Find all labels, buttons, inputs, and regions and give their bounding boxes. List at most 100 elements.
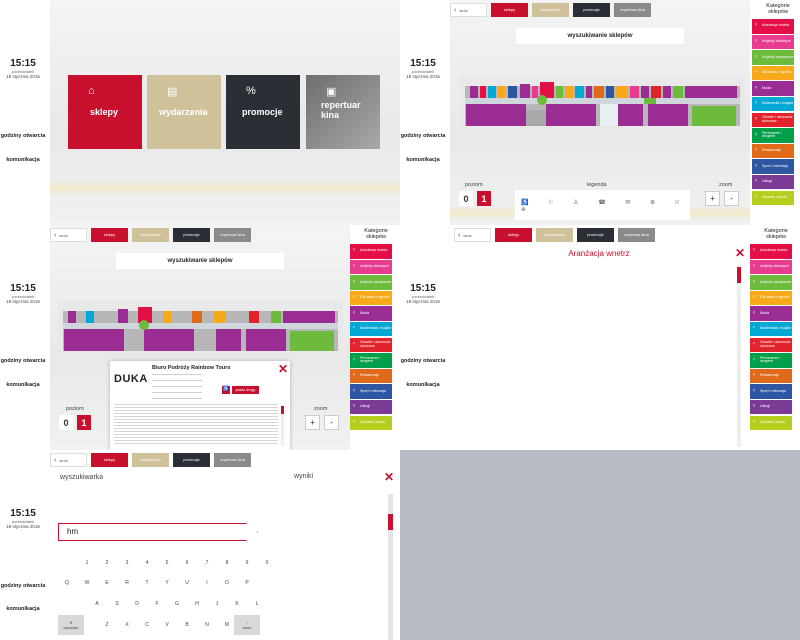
category-item[interactable]: Artykuły dziecięce — [350, 259, 392, 275]
key[interactable]: 5 — [158, 554, 176, 571]
category-item[interactable]: Obuwie i akcesoria skórzane — [750, 337, 792, 353]
tab-shops[interactable]: sklepy — [91, 453, 128, 467]
key[interactable]: I — [198, 574, 216, 591]
result-slot[interactable] — [296, 587, 334, 612]
category-item[interactable]: Artykuły spożywcze — [350, 275, 392, 290]
communication-button[interactable]: komunikacja — [0, 157, 46, 163]
key[interactable]: 7 — [198, 554, 216, 571]
tab-shops[interactable]: sklepy — [491, 3, 528, 17]
opening-hours-button[interactable]: godziny otwarcia — [0, 358, 46, 365]
key[interactable]: 6 — [178, 554, 196, 571]
tab-cinema[interactable]: repertuar kina — [214, 228, 251, 242]
result-slot[interactable] — [342, 587, 380, 612]
key[interactable]: Z — [98, 616, 116, 633]
category-item[interactable]: Zdrowie i uroda — [750, 415, 792, 431]
category-item[interactable]: Aranżacja wnetrz — [750, 244, 792, 259]
result-slot[interactable] — [342, 494, 380, 519]
tile-promotions[interactable]: % promocje — [226, 75, 300, 149]
close-icon[interactable]: ✕ — [735, 247, 745, 259]
key[interactable]: Y — [158, 574, 176, 591]
zoom-out-button[interactable]: - — [724, 191, 739, 206]
category-item[interactable]: Zdrowie i uroda — [350, 415, 392, 431]
key[interactable]: B — [178, 616, 196, 633]
tab-cinema[interactable]: repertuar kina — [214, 453, 251, 467]
category-item[interactable]: Obuwie i akcesoria skórzane — [752, 112, 794, 128]
mall-map[interactable] — [58, 301, 343, 359]
level-0-button[interactable]: 0 — [59, 415, 73, 430]
category-item[interactable]: Multimedia i książki — [752, 96, 794, 112]
communication-button[interactable]: komunikacja — [0, 606, 46, 612]
category-item[interactable]: Artykuły spożywcze — [752, 50, 794, 65]
result-slot[interactable] — [296, 556, 334, 581]
category-item[interactable]: Sport i rekreacja — [752, 159, 794, 174]
popup-scrollbar[interactable] — [281, 406, 284, 446]
tile-cinema[interactable]: ▣ repertuar kina — [306, 75, 380, 149]
category-item[interactable]: Artykuły dziecięce — [752, 34, 794, 50]
category-item[interactable]: Restauracje — [752, 143, 794, 159]
category-item[interactable]: Sport i rekreacja — [350, 384, 392, 399]
level-0-button[interactable]: 0 — [459, 191, 473, 206]
category-item[interactable]: Sport i rekreacja — [750, 384, 792, 399]
category-item[interactable]: Restauracje — [750, 368, 792, 384]
tab-shops[interactable]: sklepy — [495, 228, 532, 242]
zoom-in-button[interactable]: + — [305, 415, 320, 430]
back-button[interactable]: ‹ wróć — [454, 228, 491, 242]
communication-button[interactable]: komunikacja — [400, 157, 446, 163]
key[interactable]: 0 — [258, 554, 276, 571]
result-slot[interactable] — [296, 494, 334, 519]
search-title-bar[interactable]: wyszukiwanie sklepów — [516, 28, 684, 44]
zoom-in-button[interactable]: + — [705, 191, 720, 206]
key[interactable]: P — [238, 574, 256, 591]
back-button[interactable]: ‹ wróć — [450, 3, 487, 17]
result-slot[interactable] — [342, 525, 380, 550]
zoom-out-button[interactable]: - — [324, 415, 339, 430]
category-item[interactable]: Dla domu i ogrodu — [752, 65, 794, 81]
category-item[interactable]: Perfumerie i drogerie — [350, 353, 392, 368]
key[interactable]: S — [108, 595, 126, 612]
key[interactable]: G — [168, 595, 186, 612]
key[interactable]: C — [138, 616, 156, 633]
level-1-button[interactable]: 1 — [477, 191, 491, 206]
key[interactable]: R — [118, 574, 136, 591]
mall-map[interactable] — [460, 76, 745, 134]
key[interactable]: D — [128, 595, 146, 612]
category-item[interactable]: Multimedia i książki — [750, 321, 792, 337]
category-item[interactable]: Multimedia i książki — [350, 321, 392, 337]
result-slot[interactable] — [296, 618, 334, 638]
close-icon[interactable]: ✕ — [384, 471, 394, 483]
category-item[interactable]: Aranżacja wnetrz — [752, 19, 794, 34]
clear-key[interactable]: ✕ wyczyść — [58, 615, 84, 635]
category-item[interactable]: Dla domu i ogrodu — [750, 290, 792, 306]
result-slot[interactable] — [296, 525, 334, 550]
key[interactable]: 3 — [118, 554, 136, 571]
close-icon[interactable]: ✕ — [278, 363, 288, 375]
category-item[interactable]: Restauracje — [350, 368, 392, 384]
key[interactable]: A — [88, 595, 106, 612]
category-item[interactable]: Moda — [350, 306, 392, 321]
level-1-button[interactable]: 1 — [77, 415, 91, 430]
search-input[interactable]: hm — [58, 523, 258, 541]
communication-button[interactable]: komunikacja — [400, 382, 446, 388]
key[interactable]: U — [178, 574, 196, 591]
key[interactable]: 4 — [138, 554, 156, 571]
tab-events[interactable]: wydarzenia — [536, 228, 573, 242]
key[interactable]: K — [228, 595, 246, 612]
key[interactable]: 2 — [98, 554, 116, 571]
key[interactable]: H — [188, 595, 206, 612]
category-item[interactable]: Moda — [750, 306, 792, 321]
tab-cinema[interactable]: repertuar kina — [614, 3, 651, 17]
key[interactable]: 1 — [78, 554, 96, 571]
key[interactable]: Q — [58, 574, 76, 591]
category-item[interactable]: Usługi — [750, 399, 792, 415]
key[interactable]: V — [158, 616, 176, 633]
communication-button[interactable]: komunikacja — [0, 382, 46, 388]
category-item[interactable]: Obuwie i akcesoria skórzane — [350, 337, 392, 353]
category-item[interactable]: Perfumerie i drogerie — [750, 353, 792, 368]
key[interactable]: J — [208, 595, 226, 612]
tab-events[interactable]: wydarzenia — [132, 228, 169, 242]
key[interactable]: O — [218, 574, 236, 591]
show-route-button[interactable]: pokaż drogę — [232, 386, 259, 394]
key[interactable]: X — [118, 616, 136, 633]
tile-shops[interactable]: ⌂ sklepy — [68, 75, 142, 149]
tab-promotions[interactable]: promocje — [173, 453, 210, 467]
